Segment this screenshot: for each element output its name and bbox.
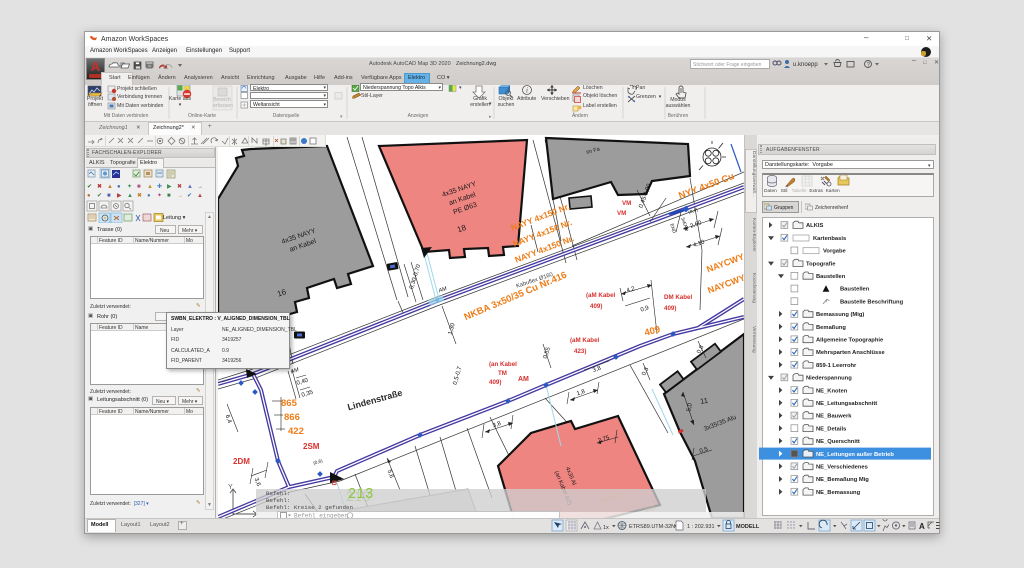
- svg-text:NAYCWY: NAYCWY: [705, 251, 744, 274]
- svg-text:2SM: 2SM: [303, 442, 320, 451]
- svg-text:4,10: 4,10: [693, 239, 707, 249]
- svg-text:●: ●: [147, 193, 151, 199]
- svg-text:→: →: [177, 193, 183, 199]
- svg-text:Y: Y: [228, 484, 233, 491]
- svg-text:▲: ▲: [107, 184, 113, 190]
- svg-text:AM: AM: [289, 367, 300, 376]
- svg-text:NE_Bauwerk: NE_Bauwerk: [816, 414, 852, 420]
- svg-text:i: i: [526, 87, 528, 95]
- svg-text:409): 409): [664, 305, 676, 312]
- svg-text:NE_Bemassung: NE_Bemassung: [816, 490, 861, 496]
- svg-text:2,60: 2,60: [690, 220, 704, 230]
- svg-text:NE_Leitungen außer Betrieb: NE_Leitungen außer Betrieb: [816, 452, 894, 458]
- svg-text:Bemassung (Mig): Bemassung (Mig): [816, 312, 864, 318]
- svg-text:✔: ✔: [187, 193, 192, 199]
- svg-text:VM: VM: [622, 200, 631, 207]
- svg-text:▶: ▶: [117, 193, 122, 199]
- svg-text:A: A: [919, 522, 925, 531]
- svg-text:ETRS89.UTM-32N: ETRS89.UTM-32N: [629, 524, 675, 530]
- svg-text:u.knoepp: u.knoepp: [793, 62, 818, 68]
- svg-text:409): 409): [489, 379, 501, 386]
- svg-text:859-1 Leerrohr: 859-1 Leerrohr: [816, 363, 857, 369]
- svg-text:▲: ▲: [197, 193, 203, 199]
- svg-text:▶: ▶: [167, 184, 172, 190]
- svg-text:✖: ✖: [137, 192, 142, 199]
- svg-text:0,5-0,7: 0,5-0,7: [453, 365, 464, 385]
- svg-text:Topografie: Topografie: [806, 261, 836, 267]
- svg-text:4,2: 4,2: [626, 286, 636, 294]
- svg-text:DM Kabel: DM Kabel: [664, 294, 692, 301]
- svg-text:VM: VM: [617, 210, 626, 217]
- svg-text:1,8: 1,8: [576, 389, 586, 398]
- svg-text:(an Kabel: (an Kabel: [489, 361, 517, 368]
- svg-text:✖: ✖: [177, 183, 182, 190]
- svg-text:NE_Details: NE_Details: [816, 426, 846, 432]
- svg-text:Mehrsparten Anschlüsse: Mehrsparten Anschlüsse: [816, 350, 886, 356]
- svg-text:✦: ✦: [157, 192, 162, 199]
- svg-text:866: 866: [284, 412, 300, 423]
- svg-text:→: →: [197, 184, 203, 190]
- svg-text:(0,6): (0,6): [313, 458, 324, 466]
- svg-text:NE_Leitungsabschnitt: NE_Leitungsabschnitt: [816, 401, 877, 407]
- svg-text:■: ■: [167, 193, 171, 199]
- svg-text:2DM: 2DM: [233, 457, 250, 466]
- svg-text:●: ●: [117, 184, 121, 190]
- svg-text:1x: 1x: [603, 525, 609, 531]
- svg-text:0,9: 0,9: [640, 305, 650, 313]
- svg-text:11: 11: [700, 396, 709, 406]
- svg-text:Lindenstraße: Lindenstraße: [346, 388, 403, 413]
- svg-text:6,4: 6,4: [224, 414, 233, 425]
- svg-text:5,6: 5,6: [386, 469, 395, 480]
- svg-text:■: ■: [107, 193, 111, 199]
- svg-text:(aM Kabel: (aM Kabel: [570, 337, 600, 344]
- svg-text:ALKIS: ALKIS: [806, 223, 824, 229]
- svg-text:✦: ✦: [127, 183, 132, 190]
- svg-text:▲: ▲: [127, 193, 133, 199]
- svg-text:423): 423): [574, 348, 586, 355]
- svg-text:0,40: 0,40: [296, 377, 310, 386]
- svg-text:MODELL: MODELL: [736, 524, 760, 530]
- svg-text:1 : 202.931: 1 : 202.931: [687, 524, 715, 530]
- svg-text:■: ■: [137, 184, 141, 190]
- svg-text:✖: ✖: [97, 183, 102, 190]
- svg-text:409): 409): [590, 303, 602, 310]
- svg-text:3,8: 3,8: [492, 421, 502, 430]
- svg-text:NE_Knoten: NE_Knoten: [816, 388, 848, 394]
- svg-text:Baustelle Beschriftung: Baustelle Beschriftung: [840, 299, 904, 305]
- svg-text:▲: ▲: [147, 184, 153, 190]
- svg-text:0,35: 0,35: [301, 389, 315, 398]
- svg-text:Kartenbasis: Kartenbasis: [813, 236, 846, 242]
- svg-text:NE_Verschiedenes: NE_Verschiedenes: [816, 465, 868, 471]
- svg-text:AM: AM: [518, 376, 529, 383]
- svg-text:422: 422: [288, 426, 304, 437]
- svg-text:NKBA 3x50/35 Cu Nr.416: NKBA 3x50/35 Cu Nr.416: [463, 270, 569, 323]
- svg-text:Niederspannung: Niederspannung: [806, 376, 852, 382]
- svg-text:✔: ✔: [97, 193, 102, 199]
- svg-text:TM: TM: [498, 370, 507, 377]
- svg-text:Bemaßung: Bemaßung: [816, 325, 846, 331]
- svg-text:▲: ▲: [187, 184, 193, 190]
- svg-text:NE_Bemaßung Mig: NE_Bemaßung Mig: [816, 477, 869, 483]
- svg-text:0,30-0,70: 0,30-0,70: [409, 263, 422, 290]
- svg-text:(aM Kabel: (aM Kabel: [586, 292, 616, 299]
- svg-text:✚: ✚: [157, 183, 162, 190]
- svg-text:Baustellen: Baustellen: [840, 287, 870, 293]
- svg-text:NAYCWY: NAYCWY: [706, 272, 744, 295]
- svg-text:0,3: 0,3: [641, 366, 650, 377]
- svg-text:?: ?: [867, 62, 871, 68]
- svg-text:3,6: 3,6: [253, 477, 262, 488]
- svg-text:3xEND: 3xEND: [680, 217, 689, 233]
- svg-text:Allgemeine Topographie: Allgemeine Topographie: [816, 338, 884, 344]
- svg-text:865: 865: [281, 398, 298, 409]
- svg-text:409: 409: [643, 324, 661, 339]
- svg-text:✔: ✔: [87, 184, 92, 190]
- svg-text:NE_Querschnitt: NE_Querschnitt: [816, 439, 860, 445]
- svg-text:Baustellen: Baustellen: [816, 274, 846, 280]
- svg-text:●: ●: [87, 193, 91, 199]
- svg-text:Vorgabe: Vorgabe: [823, 249, 847, 255]
- svg-text:END: END: [669, 223, 677, 234]
